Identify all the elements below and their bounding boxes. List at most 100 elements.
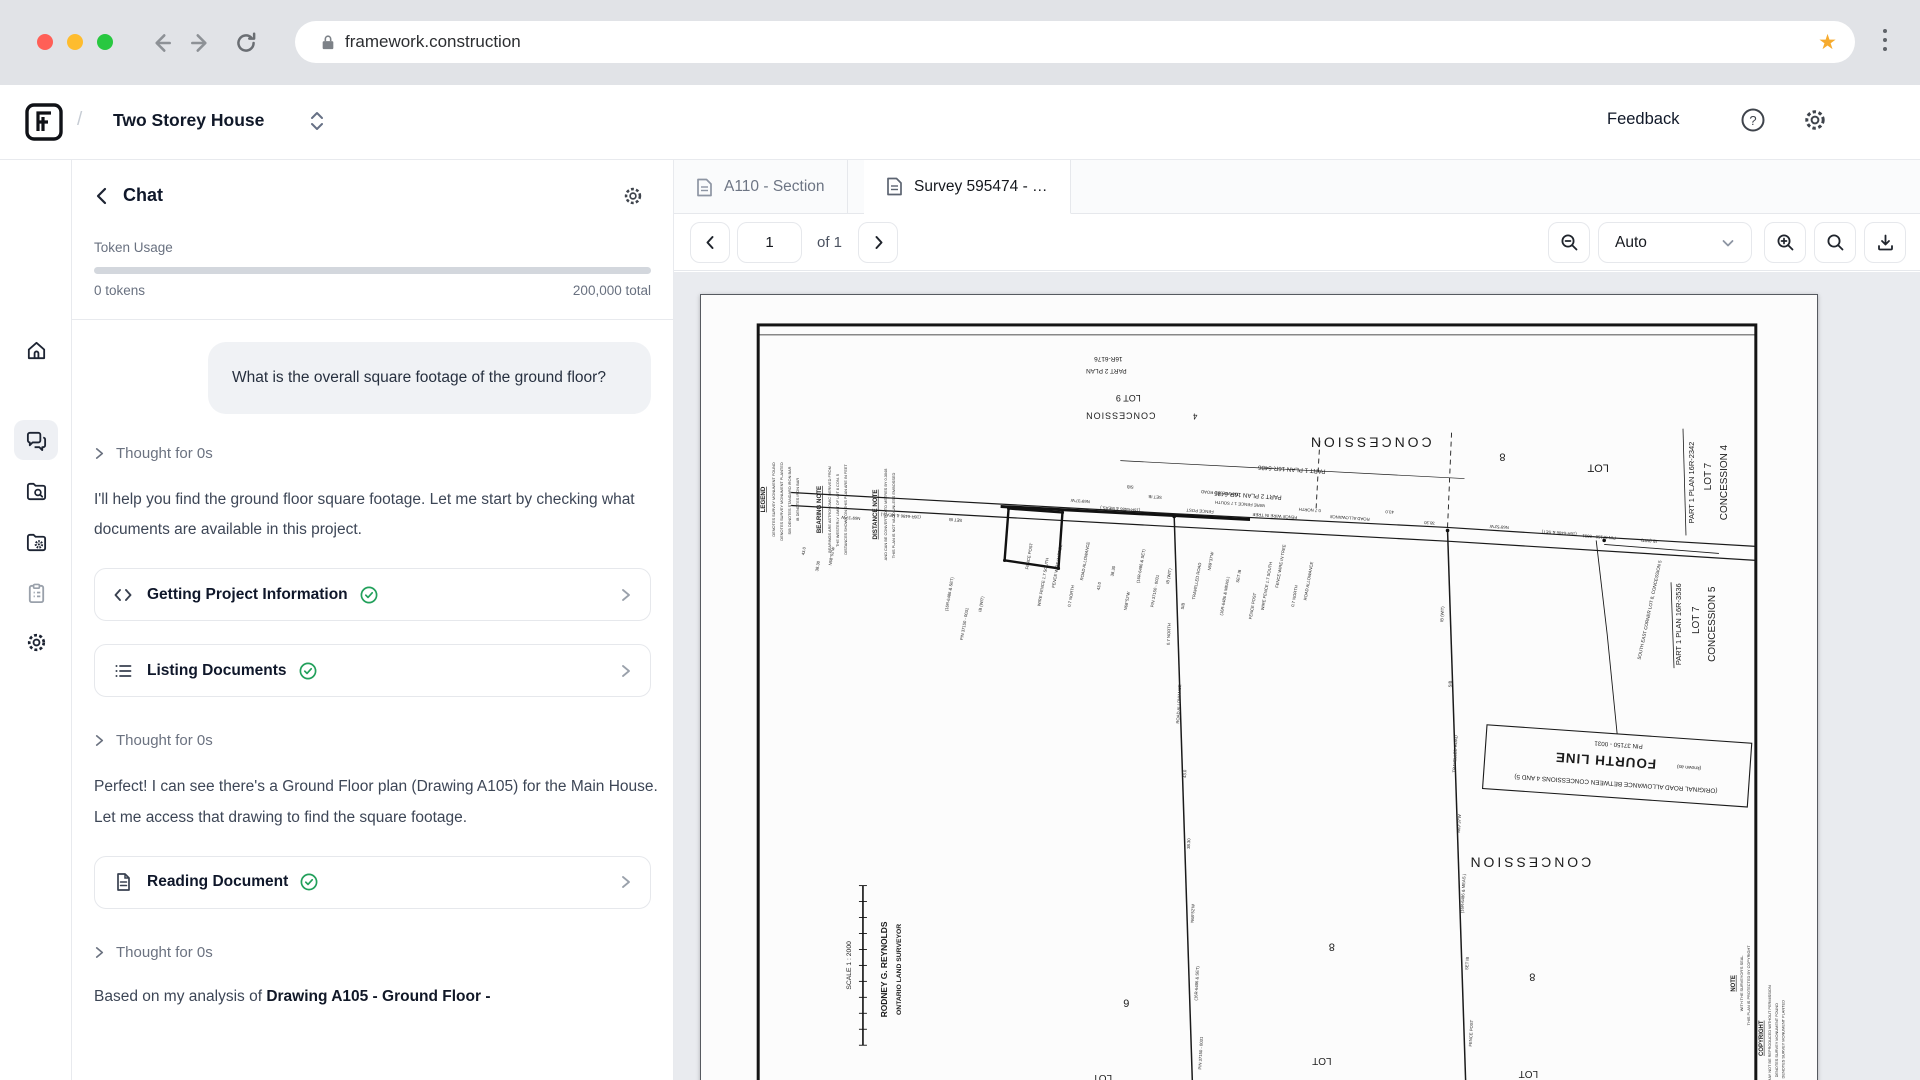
zoom-in-button[interactable] (1764, 222, 1806, 263)
svg-text:LOT 7: LOT 7 (1691, 606, 1702, 634)
svg-text:DENOTES SURVEY MONUMENT PLANTE: DENOTES SURVEY MONUMENT PLANTED (1781, 1000, 1786, 1079)
svg-text:SIB: SIB (1180, 602, 1186, 610)
download-button[interactable] (1864, 222, 1906, 263)
svg-text:IB (WIT): IB (WIT) (977, 595, 985, 612)
chat-settings-icon[interactable] (622, 185, 644, 207)
svg-text:38.30: 38.30 (1423, 520, 1435, 526)
svg-text:PIN 37150 - 0031: PIN 37150 - 0031 (1197, 1036, 1204, 1070)
svg-text:SET IB: SET IB (1235, 569, 1242, 583)
gear-icon (25, 631, 48, 654)
sidebar-item-home[interactable] (14, 330, 58, 370)
svg-text:SIB: SIB (1447, 680, 1452, 687)
tokens-used: 0 tokens (94, 283, 145, 298)
svg-text:LOT: LOT (1587, 462, 1609, 474)
help-icon[interactable]: ? (1740, 107, 1766, 133)
page-number-input[interactable] (737, 222, 802, 263)
settings-gear-icon[interactable] (1802, 107, 1828, 133)
svg-text:PIN 37150 - 0031: PIN 37150 - 0031 (959, 607, 970, 641)
svg-text:16R-6176: 16R-6176 (1094, 355, 1123, 362)
tool-card-listing-documents[interactable]: Listing Documents (94, 644, 651, 697)
svg-text:SET IB: SET IB (1148, 494, 1162, 500)
thought-label: Thought for 0s (116, 445, 213, 462)
svg-text:43.0: 43.0 (800, 546, 806, 556)
document-icon (696, 178, 713, 197)
svg-text:43.0: 43.0 (1385, 509, 1394, 515)
sidebar-item-tasks[interactable] (14, 573, 58, 613)
thought-row[interactable]: Thought for 0s (94, 944, 651, 961)
prev-page-button[interactable] (690, 222, 730, 263)
thought-label: Thought for 0s (116, 944, 213, 961)
chevron-down-icon (1721, 236, 1735, 250)
chat-bubbles-icon (25, 429, 48, 452)
assistant-paragraph: Based on my analysis of Drawing A105 - G… (94, 988, 651, 1006)
next-page-button[interactable] (858, 222, 898, 263)
tab-label: Survey 595474 - … (914, 178, 1048, 196)
minimize-window-button[interactable] (67, 34, 83, 50)
token-usage-label: Token Usage (94, 240, 651, 255)
page-count-label: of 1 (817, 234, 842, 251)
browser-menu-icon[interactable] (1882, 29, 1888, 56)
tab-survey-595474[interactable]: Survey 595474 - … (864, 160, 1071, 214)
svg-text:LEGEND: LEGEND (760, 486, 767, 512)
reload-icon[interactable] (233, 30, 259, 56)
document-tabbar: A110 - Section Survey 595474 - … (674, 160, 1920, 214)
url-bar[interactable]: framework.construction ★ (295, 21, 1855, 63)
thought-row[interactable]: Thought for 0s (94, 732, 651, 749)
framework-logo-icon[interactable] (24, 102, 64, 142)
svg-text:WITH THE SURVEYOR'S SEAL: WITH THE SURVEYOR'S SEAL (1739, 955, 1744, 1012)
viewer-canvas[interactable]: (ORIGINAL ROAD ALLOWANCE BETWEEN CONCESS… (674, 272, 1920, 1080)
svg-text:PIN 37150 - 0031: PIN 37150 - 0031 (1149, 574, 1160, 608)
svg-text:FENCE POST: FENCE POST (1468, 1019, 1474, 1046)
feedback-link[interactable]: Feedback (1607, 110, 1679, 129)
sidebar-item-document-manage[interactable] (14, 522, 58, 562)
pdf-page: (ORIGINAL ROAD ALLOWANCE BETWEEN CONCESS… (700, 294, 1818, 1080)
zoom-level-select[interactable]: Auto (1598, 222, 1752, 263)
svg-text:LOT: LOT (1312, 1055, 1331, 1066)
svg-text:DENOTES SURVEY MONUMENT FOUND: DENOTES SURVEY MONUMENT FOUND (771, 462, 776, 536)
chevron-right-icon (620, 665, 632, 677)
chat-back-icon[interactable] (92, 186, 112, 206)
tokens-total: 200,000 total (573, 283, 651, 298)
svg-text:CONCESSION: CONCESSION (1467, 855, 1591, 871)
svg-text:0.7 NORTH: 0.7 NORTH (1067, 585, 1076, 607)
svg-text:COPYRIGHT: COPYRIGHT (1759, 1020, 1765, 1056)
sidebar-item-settings[interactable] (14, 622, 58, 662)
project-switcher-icon[interactable] (308, 110, 326, 132)
svg-text:SET IB: SET IB (949, 517, 963, 523)
svg-text:(16R-6486 & SET): (16R-6486 & SET) (1541, 529, 1577, 536)
survey-drawing: (ORIGINAL ROAD ALLOWANCE BETWEEN CONCESS… (701, 295, 1817, 1080)
thought-row[interactable]: Thought for 0s (94, 445, 651, 462)
bookmark-star-icon[interactable]: ★ (1818, 32, 1837, 53)
forward-icon[interactable] (188, 30, 214, 56)
svg-text:THIS PLAN IS NOT VALID UNLESS: THIS PLAN IS NOT VALID UNLESS EMBOSSED (891, 472, 896, 558)
svg-text:IB (WIT): IB (WIT) (1439, 606, 1445, 622)
svg-text:N69°37'W: N69°37'W (1070, 498, 1090, 504)
svg-text:PART 1 PLAN 16R-6486: PART 1 PLAN 16R-6486 (1257, 463, 1325, 474)
svg-text:8: 8 (1329, 940, 1335, 952)
assistant-paragraph: Perfect! I can see there's a Ground Floo… (94, 772, 659, 832)
svg-text:CONCESSION 4: CONCESSION 4 (1719, 444, 1730, 520)
close-window-button[interactable] (37, 34, 53, 50)
success-check-icon (299, 662, 317, 680)
search-document-button[interactable] (1814, 222, 1856, 263)
svg-text:0.7 NORTH: 0.7 NORTH (1166, 623, 1172, 645)
svg-text:BEARING NOTE: BEARING NOTE (816, 486, 823, 533)
svg-text:DENOTES SURVEY MONUMENT PLANTE: DENOTES SURVEY MONUMENT PLANTED (779, 462, 784, 541)
tool-card-getting-project-information[interactable]: Getting Project Information (94, 568, 651, 621)
zoom-window-button[interactable] (97, 34, 113, 50)
sidebar-item-chat[interactable] (14, 420, 58, 460)
sidebar-item-document-search[interactable] (14, 471, 58, 511)
svg-text:AND MAY NOT BE REPRODUCED WITH: AND MAY NOT BE REPRODUCED WITHOUT PERMIS… (1767, 985, 1772, 1080)
tool-card-reading-document[interactable]: Reading Document (94, 856, 651, 909)
svg-text:IB (WIT): IB (WIT) (1165, 567, 1173, 584)
tab-a110-section[interactable]: A110 - Section (674, 160, 848, 214)
svg-text:4: 4 (1192, 412, 1197, 421)
zoom-out-button[interactable] (1548, 222, 1590, 263)
viewer-toolbar: of 1 Auto (674, 214, 1920, 271)
tool-card-title: Getting Project Information (147, 586, 348, 604)
svg-text:AND CAN BE CONVERTED TO METRES: AND CAN BE CONVERTED TO METRES BY 0.3048 (883, 469, 888, 561)
svg-text:ROAD ALLOWANCE: ROAD ALLOWANCE (1329, 514, 1369, 522)
back-icon[interactable] (148, 30, 174, 56)
success-check-icon (360, 586, 378, 604)
token-usage-bar (94, 267, 651, 274)
